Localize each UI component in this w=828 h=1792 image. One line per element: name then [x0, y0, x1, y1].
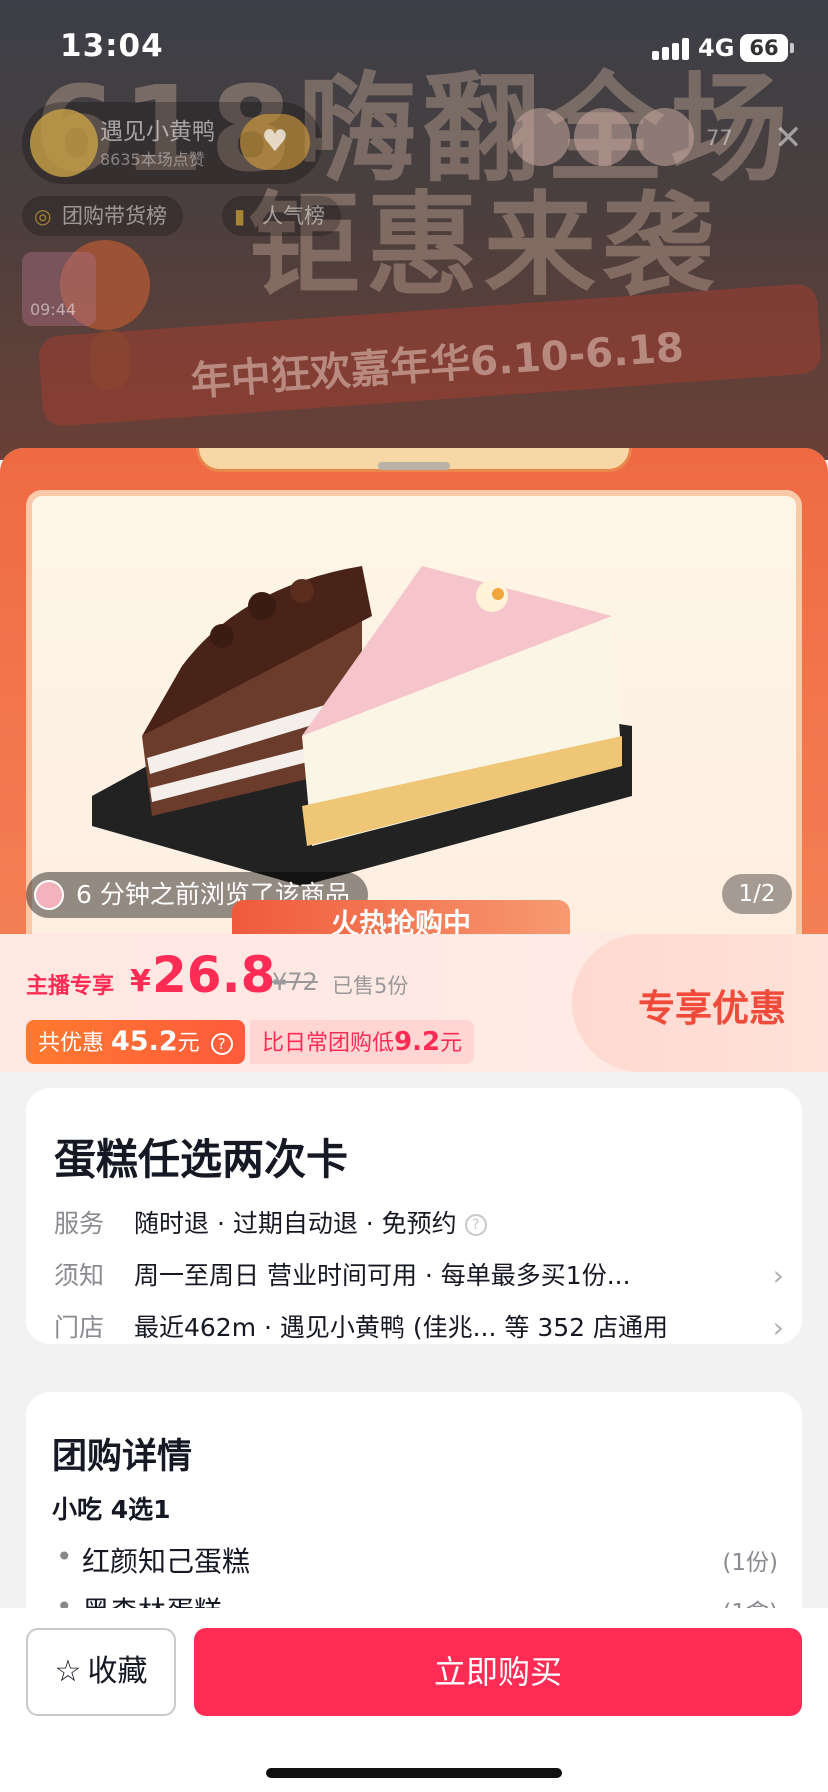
cake-illustration: [92, 566, 632, 886]
info-row-store[interactable]: 门店 最近462m · 遇见小黄鸭 (佳兆... 等 352 店通用 ›: [54, 1310, 784, 1346]
follow-heart-icon[interactable]: ♥: [240, 114, 310, 170]
product-sheet: 6 分钟之前浏览了该商品 1/2 火热抢购中 专享优惠 主播专享 ¥ 26.8 …: [0, 448, 828, 1792]
bars-icon: ▮: [234, 204, 246, 228]
anchor-exclusive-tag: 主播专享: [26, 974, 115, 999]
total-savings-badge[interactable]: 共优惠 45.2元 ?: [26, 1020, 245, 1064]
status-time: 13:04: [60, 28, 164, 64]
chip-popularity-rank[interactable]: ▮ 人气榜: [222, 196, 341, 236]
product-image[interactable]: 6 分钟之前浏览了该商品 1/2 火热抢购中: [0, 448, 828, 934]
product-title: 蛋糕任选两次卡: [54, 1135, 349, 1184]
savings-amount: 45.2: [111, 1026, 178, 1057]
battery-icon: 66: [740, 34, 788, 62]
star-icon: ☆: [54, 1654, 82, 1689]
details-group: 小吃 4选1: [52, 1495, 171, 1524]
bag-icon: ◎: [34, 204, 52, 228]
help-icon[interactable]: ?: [464, 1214, 487, 1236]
image-frame: [26, 490, 802, 934]
anchor-name: 遇见小黄鸭: [100, 119, 215, 145]
viewer-avatar: [512, 108, 570, 166]
timer: 09:44: [30, 300, 77, 319]
chip-sales-rank[interactable]: ◎ 团购带货榜: [22, 196, 183, 236]
network-type: 4G: [698, 34, 735, 62]
anchor-avatar[interactable]: [30, 109, 98, 177]
image-pager: 1/2: [722, 874, 792, 914]
bottom-action-bar: ☆ 收藏 立即购买: [0, 1608, 828, 1792]
live-room-background: 618嗨翻全场 钜惠来袭 年中狂欢嘉年华6.10-6.18 遇见小黄鸭 8635…: [0, 0, 828, 460]
info-row-notice[interactable]: 须知 周一至周日 营业时间可用 · 每单最多买1份... ›: [54, 1258, 784, 1294]
currency-symbol: ¥: [130, 964, 151, 999]
buy-now-button[interactable]: 立即购买: [194, 1628, 802, 1716]
battery-nub: [790, 43, 794, 53]
sold-count: 已售5份: [332, 974, 409, 998]
favorite-button[interactable]: ☆ 收藏: [26, 1628, 176, 1716]
viewer-avatar: [574, 108, 632, 166]
exclusive-offer-label[interactable]: 专享优惠: [638, 978, 786, 1032]
compare-badge: 比日常团购低9.2元: [250, 1020, 475, 1064]
product-info-card: 蛋糕任选两次卡 服务 随时退 · 过期自动退 · 免预约? 须知 周一至周日 营…: [26, 1088, 802, 1344]
banner-headline-2: 钜惠来袭: [248, 181, 720, 311]
user-avatar: [34, 880, 64, 910]
mascot-body: [90, 330, 130, 390]
home-indicator[interactable]: [266, 1768, 562, 1778]
details-title: 团购详情: [52, 1437, 193, 1477]
status-bar: 13:04 4G 66: [0, 0, 828, 96]
drag-handle[interactable]: [378, 462, 450, 470]
info-row-service: 服务 随时退 · 过期自动退 · 免预约?: [54, 1206, 784, 1242]
viewer-count: 77: [706, 126, 733, 150]
viewer-avatar: [636, 108, 694, 166]
original-price: ¥72: [272, 968, 318, 996]
anchor-likes: 8635本场点赞: [100, 150, 205, 169]
anchor-card[interactable]: 遇见小黄鸭 8635本场点赞 ♥: [22, 102, 322, 184]
chevron-right-icon[interactable]: ›: [773, 1258, 784, 1294]
signal-icon: [652, 38, 692, 60]
price-bar: 专享优惠 主播专享 ¥ 26.8 ¥72 已售5份 共优惠 45.2元 ? 比日…: [0, 934, 828, 1072]
compare-amount: 9.2: [394, 1027, 441, 1057]
chevron-right-icon[interactable]: ›: [773, 1310, 784, 1346]
close-icon[interactable]: ✕: [774, 118, 803, 158]
help-icon[interactable]: ?: [210, 1033, 233, 1055]
current-price: 26.8: [152, 946, 276, 1004]
hot-sale-tag: 火热抢购中: [232, 900, 570, 934]
